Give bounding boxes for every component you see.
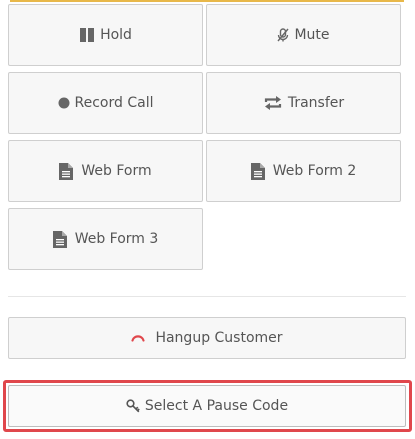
web-form-2-button[interactable]: Web Form 2 <box>206 140 401 202</box>
hold-button-label: Hold <box>100 27 132 43</box>
record-call-button-label: Record Call <box>74 95 154 111</box>
transfer-button-label: Transfer <box>287 95 345 111</box>
key-icon <box>126 399 140 413</box>
top-accent-line <box>10 0 404 2</box>
mute-button[interactable]: Mute <box>206 4 401 66</box>
pause-icon <box>79 27 95 43</box>
web-form-button-label: Web Form <box>81 163 152 179</box>
web-form-3-button[interactable]: Web Form 3 <box>8 208 203 270</box>
select-pause-code-button[interactable]: Select A Pause Code <box>8 385 406 427</box>
document-icon <box>52 230 67 248</box>
document-icon <box>59 162 74 180</box>
record-call-button[interactable]: Record Call <box>8 72 203 134</box>
document-icon <box>250 162 265 180</box>
transfer-arrows-icon <box>263 96 283 110</box>
section-divider <box>8 296 406 297</box>
select-pause-code-button-label: Select A Pause Code <box>144 398 289 414</box>
hangup-customer-button[interactable]: Hangup Customer <box>8 317 406 359</box>
web-form-3-button-label: Web Form 3 <box>74 231 159 247</box>
hangup-customer-button-label: Hangup Customer <box>155 330 283 346</box>
microphone-slash-icon <box>277 27 290 43</box>
mute-button-label: Mute <box>294 27 330 43</box>
record-dot-icon <box>58 97 70 109</box>
hold-button[interactable]: Hold <box>8 4 203 66</box>
phone-hangup-icon <box>131 333 146 343</box>
web-form-button[interactable]: Web Form <box>8 140 203 202</box>
web-form-2-button-label: Web Form 2 <box>272 163 357 179</box>
transfer-button[interactable]: Transfer <box>206 72 401 134</box>
